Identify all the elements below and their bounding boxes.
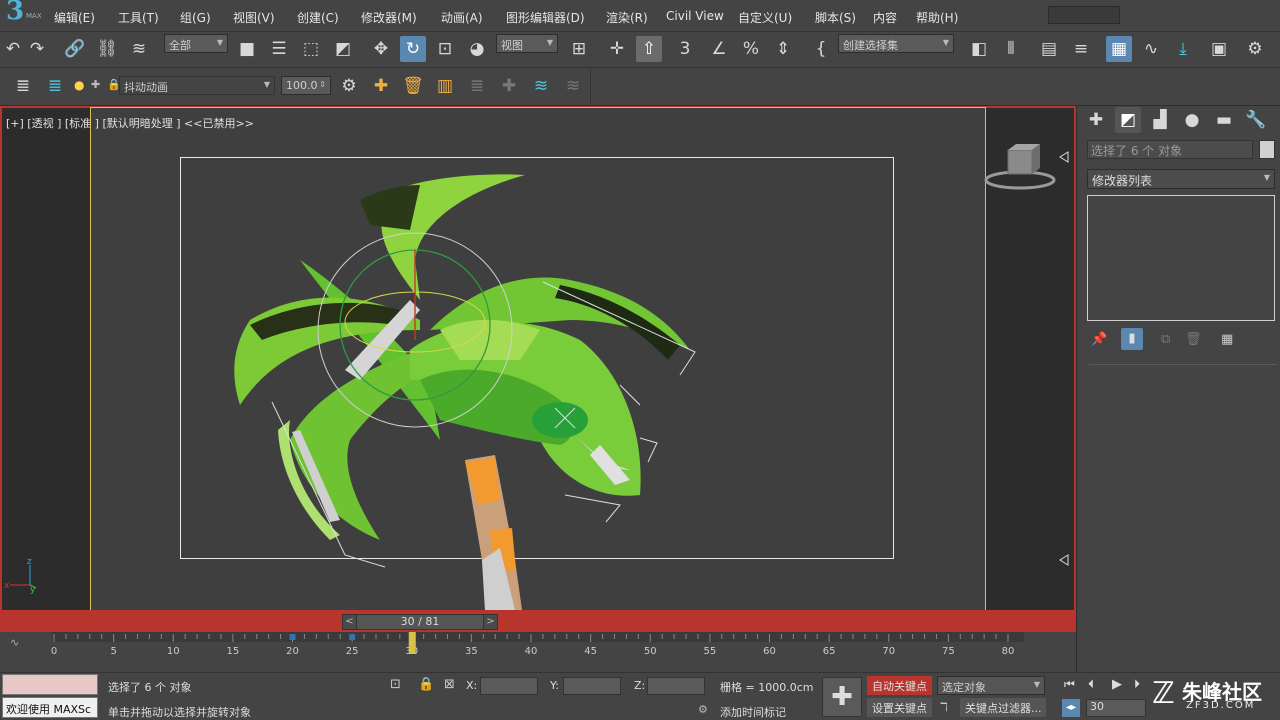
track-tick-label: 0 [51,646,57,657]
current-frame-marker [408,632,416,654]
show-end-result-icon[interactable]: ▮ [1121,328,1143,350]
prev-key-icon[interactable]: ⏴ [1088,677,1094,692]
next-key-icon[interactable]: ⏵ [1134,677,1140,692]
set-key-big-button[interactable]: ✚ [822,677,862,717]
time-slider[interactable]: < 30 / 81 > [342,614,498,630]
key-filter-icon[interactable]: ℸ [940,700,948,714]
track-tick-label: 60 [763,646,776,657]
time-slider-bar [0,610,1076,632]
schematic-icon[interactable]: ▣ [1206,36,1232,62]
track-tick-label: 65 [823,646,836,657]
curve-editor-icon[interactable]: ∿ [1138,36,1164,62]
configure-sets-icon[interactable]: ▦ [1221,332,1233,347]
key-filters-button[interactable]: 关键点过滤器... [960,698,1046,717]
add-time-tag[interactable]: 添加时间标记 [720,704,786,720]
grid-size: 栅格 = 1000.0cm [720,681,814,694]
display-tab-icon[interactable]: ▬ [1211,107,1237,133]
z-label: Z: [634,679,646,692]
isolate-selection-icon[interactable]: ⊡ [390,677,401,692]
render-setup-icon[interactable]: ⚙ [1242,36,1268,62]
utilities-tab-icon[interactable]: 🔧 [1243,107,1269,133]
track-tick-label: 20 [286,646,299,657]
frame-display: 30 / 81 [400,615,440,628]
dope-sheet-icon[interactable]: ⤓ [1170,36,1196,62]
panel-divider [1089,364,1277,365]
track-tick-label: 50 [644,646,657,657]
key-selection-dropdown[interactable]: 选定对象 ▼ [937,676,1045,695]
time-tag-icon[interactable]: ⚙ [698,703,708,716]
key-marker [349,634,356,640]
object-name-field[interactable]: 选择了 6 个 对象 [1087,140,1253,159]
track-tick-label: 55 [704,646,717,657]
watermark-logo-icon: ℤ [1152,676,1175,711]
hierarchy-tab-icon[interactable]: ▟ [1147,107,1173,133]
maxscript-listener[interactable] [2,674,98,695]
track-tick-label: 5 [110,646,116,657]
create-tab-icon[interactable]: ✚ [1083,107,1109,133]
maxscript-mini-listener[interactable]: 欢迎使用 MAXSc [2,697,98,718]
key-mode-toggle[interactable]: ◂▸ [1062,699,1080,717]
track-tick-label: 35 [465,646,478,657]
pin-stack-icon[interactable]: 📌 [1091,332,1107,347]
track-tick-label: 15 [227,646,240,657]
y-coord-field[interactable] [563,677,621,695]
goto-start-icon[interactable]: ⏮ [1064,677,1075,692]
modify-tab-icon[interactable]: ◩ [1115,107,1141,133]
selection-status: 选择了 6 个 对象 [108,681,192,694]
track-tick-label: 45 [584,646,597,657]
prev-frame-button[interactable]: < [343,615,357,629]
axis-y-label: y [30,585,36,595]
prompt-line: 单击并拖动以选择并旋转对象 [108,706,251,719]
z-coord-field[interactable] [647,677,705,695]
modifier-stack[interactable] [1087,195,1275,321]
selection-lock-icon[interactable]: 🔒 [418,677,434,692]
object-color-swatch[interactable] [1259,140,1275,159]
track-tick-label: 70 [882,646,895,657]
axis-x-label: x [4,581,10,591]
command-panel: ✚ ◩ ▟ ● ▬ 🔧 选择了 6 个 对象 修改器列表 ▼ 📌 ▮ ⧉ 🗑 ▦ [1076,106,1280,672]
track-tick-label: 25 [346,646,359,657]
set-key-button[interactable]: 设置关键点 [867,698,932,717]
palm-tree-scene: z x y [4,151,1069,610]
next-frame-button[interactable]: > [483,615,497,629]
remove-modifier-icon[interactable]: 🗑 [1185,332,1202,347]
x-label: X: [466,679,478,692]
status-bar: 欢迎使用 MAXSc 选择了 6 个 对象 单击并拖动以选择并旋转对象 ⊡ 🔒 … [0,672,1280,720]
viewcube[interactable] [984,140,1064,200]
play-icon[interactable]: ▶ [1112,677,1122,692]
track-tick-label: 40 [525,646,538,657]
y-label: Y: [550,679,559,692]
track-tick-label: 75 [942,646,955,657]
track-tick-label: 80 [1002,646,1015,657]
scene-explorer-icon[interactable]: ▦ [1106,36,1132,62]
track-ticks: 05101520253035404550556065707580 [51,632,1015,657]
auto-key-button[interactable]: 自动关键点 [867,676,932,695]
x-coord-field[interactable] [480,677,538,695]
modifier-list-dropdown[interactable]: 修改器列表 ▼ [1087,169,1275,189]
track-tick-label: 10 [167,646,180,657]
watermark-sub: ZF3D.COM [1186,700,1256,711]
axis-z-label: z [27,557,32,567]
make-unique-icon[interactable]: ⧉ [1161,332,1170,347]
key-marker [289,634,296,640]
absolute-mode-icon[interactable]: ⊠ [444,677,455,692]
current-frame-field[interactable]: 30 [1086,699,1146,717]
motion-tab-icon[interactable]: ● [1179,107,1205,133]
watermark: ℤ 朱峰社区 ZF3D.COM [1150,674,1280,720]
track-bar[interactable]: ∿ 05101520253035404550556065707580 [0,632,1076,672]
